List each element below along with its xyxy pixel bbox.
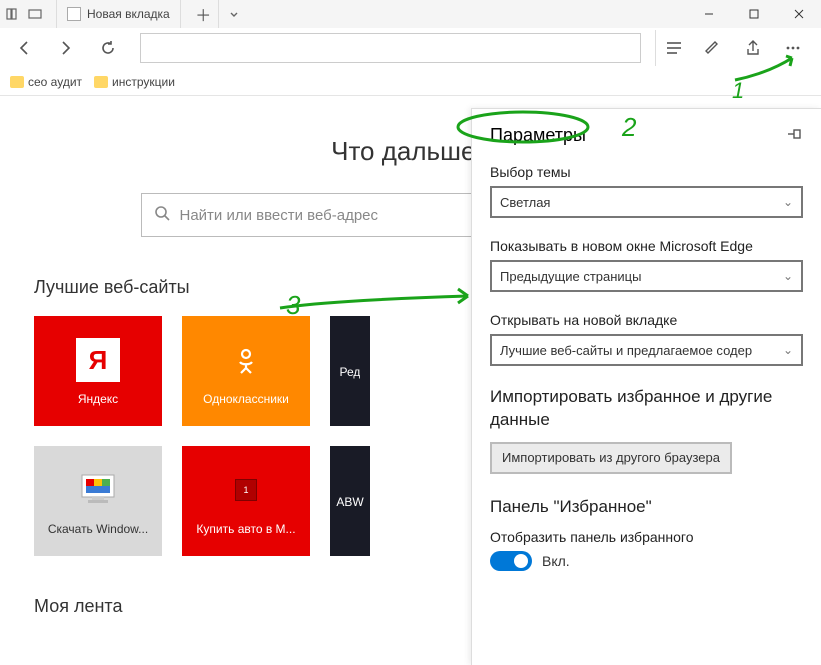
- bookmark-folder[interactable]: сео аудит: [10, 75, 82, 89]
- odnoklassniki-icon: [224, 338, 268, 382]
- tab-page-icon: [67, 7, 81, 21]
- tile-abw[interactable]: ABW: [330, 446, 370, 556]
- tab-actions-chevron-icon[interactable]: [219, 0, 249, 28]
- newtab-label: Открывать на новой вкладке: [490, 312, 803, 328]
- theme-select[interactable]: Светлая ⌄: [490, 186, 803, 218]
- import-heading: Импортировать избранное и другие данные: [490, 386, 803, 432]
- browser-tab[interactable]: Новая вкладка: [56, 0, 181, 28]
- startup-label: Показывать в новом окне Microsoft Edge: [490, 238, 803, 254]
- forward-button[interactable]: [48, 30, 84, 66]
- startup-value: Предыдущие страницы: [500, 269, 641, 284]
- tab-preview-icon[interactable]: [28, 7, 42, 21]
- favbar-heading: Панель "Избранное": [490, 496, 803, 519]
- new-tab-button[interactable]: ＋: [189, 0, 219, 28]
- maximize-button[interactable]: [731, 0, 776, 28]
- back-button[interactable]: [6, 30, 42, 66]
- title-bar: Новая вкладка ＋: [0, 0, 821, 28]
- folder-icon: [10, 76, 24, 88]
- tile-partial[interactable]: Ред: [330, 316, 370, 426]
- favbar-toggle-state: Вкл.: [542, 553, 570, 569]
- bookmark-folder[interactable]: инструкции: [94, 75, 175, 89]
- tabs-aside-icon[interactable]: [6, 7, 20, 21]
- close-button[interactable]: [776, 0, 821, 28]
- search-icon: [154, 205, 170, 226]
- tile-windows-download[interactable]: Скачать Window...: [34, 446, 162, 556]
- monitor-icon: [76, 468, 120, 512]
- startup-select[interactable]: Предыдущие страницы ⌄: [490, 260, 803, 292]
- tile-odnoklassniki[interactable]: Одноклассники: [182, 316, 310, 426]
- favbar-toggle-label: Отобразить панель избранного: [490, 529, 803, 545]
- webnote-button[interactable]: [695, 30, 731, 66]
- pin-icon[interactable]: [787, 127, 803, 144]
- hub-button[interactable]: [655, 30, 691, 66]
- tile-label: Ред: [340, 365, 361, 379]
- auto-icon: 1: [224, 468, 268, 512]
- refresh-button[interactable]: [90, 30, 126, 66]
- newtab-select[interactable]: Лучшие веб-сайты и предлагаемое содер ⌄: [490, 334, 803, 366]
- import-button-label: Импортировать из другого браузера: [502, 450, 720, 465]
- newtab-value: Лучшие веб-сайты и предлагаемое содер: [500, 343, 752, 358]
- more-button[interactable]: [775, 30, 811, 66]
- bookmarks-bar: сео аудит инструкции: [0, 68, 821, 96]
- tile-label: ABW: [336, 495, 363, 509]
- chevron-down-icon: ⌄: [783, 269, 793, 283]
- tile-yandex[interactable]: Я Яндекс: [34, 316, 162, 426]
- tile-auto[interactable]: 1 Купить авто в М...: [182, 446, 310, 556]
- bookmark-label: инструкции: [112, 75, 175, 89]
- tile-label: Одноклассники: [203, 392, 289, 406]
- chevron-down-icon: ⌄: [783, 195, 793, 209]
- tile-label: Купить авто в М...: [196, 522, 295, 536]
- minimize-button[interactable]: [686, 0, 731, 28]
- share-button[interactable]: [735, 30, 771, 66]
- theme-value: Светлая: [500, 195, 550, 210]
- settings-panel: Параметры Выбор темы Светлая ⌄ Показыват…: [471, 108, 821, 665]
- favbar-toggle[interactable]: [490, 551, 532, 571]
- theme-label: Выбор темы: [490, 164, 803, 180]
- toolbar: [0, 28, 821, 68]
- yandex-icon: Я: [76, 338, 120, 382]
- tile-label: Яндекс: [78, 392, 118, 406]
- tile-label: Скачать Window...: [48, 522, 148, 536]
- chevron-down-icon: ⌄: [783, 343, 793, 357]
- import-button[interactable]: Импортировать из другого браузера: [490, 442, 732, 474]
- tab-title: Новая вкладка: [87, 7, 170, 21]
- bookmark-label: сео аудит: [28, 75, 82, 89]
- folder-icon: [94, 76, 108, 88]
- settings-title: Параметры: [490, 125, 586, 146]
- address-bar[interactable]: [140, 33, 641, 63]
